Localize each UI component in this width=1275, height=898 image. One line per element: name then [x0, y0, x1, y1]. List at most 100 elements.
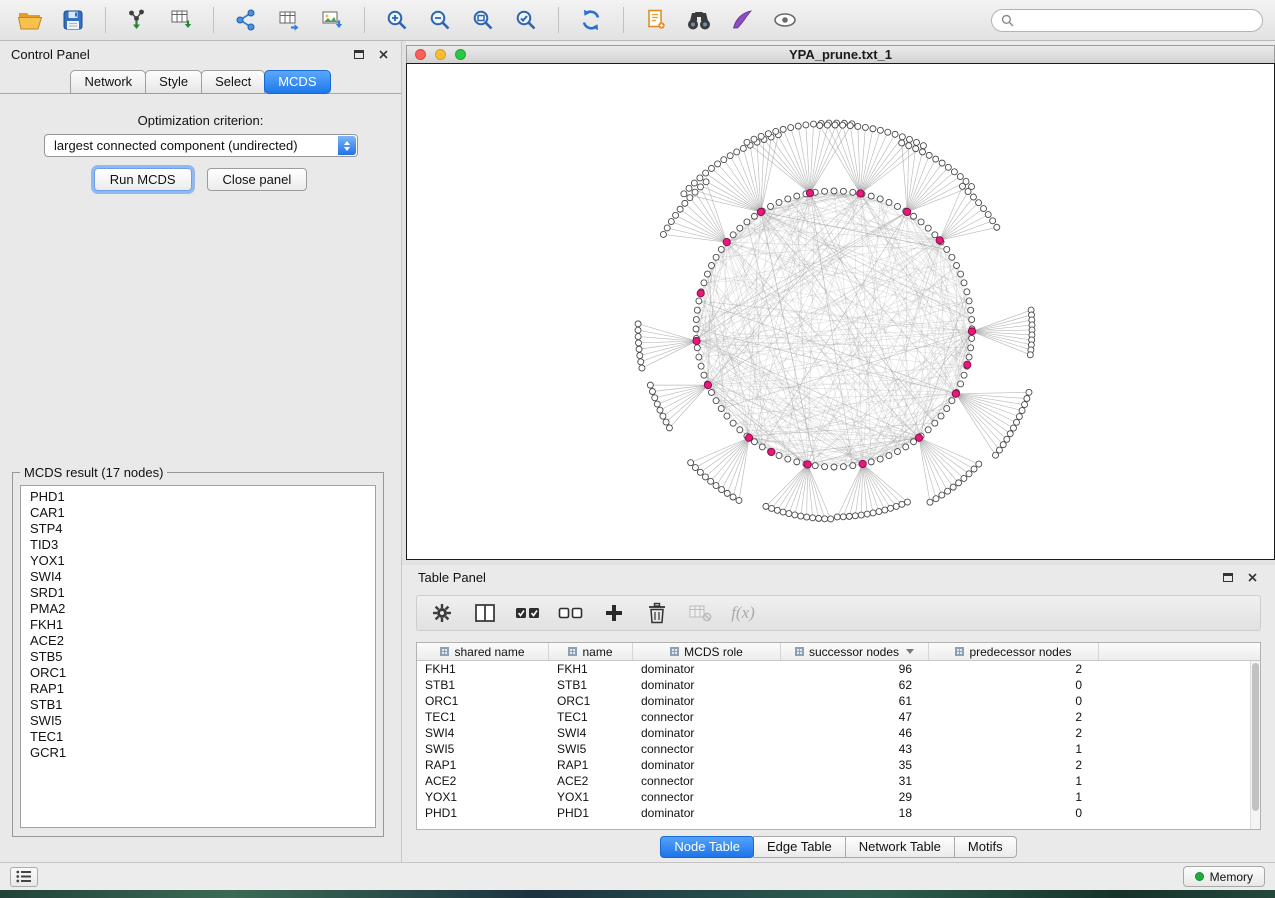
refresh-icon[interactable] — [573, 4, 609, 36]
control-panel-title: Control Panel — [11, 47, 90, 62]
column-label: name — [582, 645, 612, 659]
cell-MCDS-role: dominator — [633, 758, 781, 772]
column-type-icon — [670, 647, 679, 656]
table-row[interactable]: PHD1PHD1dominator180 — [417, 805, 1260, 821]
status-bar: Memory — [0, 862, 1275, 890]
table-row[interactable]: SWI5SWI5connector431 — [417, 741, 1260, 757]
table-row[interactable]: FKH1FKH1dominator962 — [417, 661, 1260, 677]
sort-chevron-icon[interactable] — [906, 649, 914, 654]
column-header-MCDS-role[interactable]: MCDS role — [633, 643, 781, 660]
cell-successor-nodes: 43 — [781, 742, 929, 756]
column-label: predecessor nodes — [969, 645, 1071, 659]
table-row[interactable]: YOX1YOX1connector291 — [417, 789, 1260, 805]
network-canvas[interactable] — [406, 63, 1275, 560]
table-scrollbar-thumb[interactable] — [1252, 663, 1259, 811]
add-row-icon[interactable] — [601, 598, 627, 628]
search-box[interactable] — [991, 9, 1263, 32]
cell-successor-nodes: 29 — [781, 790, 929, 804]
table-row[interactable]: SWI4SWI4dominator462 — [417, 725, 1260, 741]
run-mcds-button[interactable]: Run MCDS — [94, 168, 192, 191]
zoom-in-icon[interactable] — [379, 4, 415, 36]
result-node-item[interactable]: SWI5 — [30, 713, 366, 729]
column-icon[interactable] — [472, 598, 498, 628]
vizmapper-icon[interactable] — [724, 4, 760, 36]
result-node-item[interactable]: STB1 — [30, 697, 366, 713]
column-header-successor-nodes[interactable]: successor nodes — [781, 643, 929, 660]
tab-select[interactable]: Select — [201, 70, 265, 94]
table-row[interactable]: RAP1RAP1dominator352 — [417, 757, 1260, 773]
result-node-item[interactable]: PHD1 — [30, 489, 366, 505]
tab-network-table[interactable]: Network Table — [845, 836, 955, 858]
cell-shared-name: TEC1 — [417, 710, 549, 724]
cell-name: TEC1 — [549, 710, 633, 724]
table-toolbar: f(x) — [416, 595, 1261, 631]
result-node-item[interactable]: RAP1 — [30, 681, 366, 697]
memory-button[interactable]: Memory — [1183, 866, 1265, 887]
settings-gear-icon[interactable] — [429, 598, 455, 628]
table-row[interactable]: ACE2ACE2connector311 — [417, 773, 1260, 789]
zoom-selected-icon[interactable] — [508, 4, 544, 36]
close-mcds-panel-button[interactable]: Close panel — [207, 168, 308, 191]
zoom-out-icon[interactable] — [422, 4, 458, 36]
result-node-item[interactable]: STB5 — [30, 649, 366, 665]
result-node-item[interactable]: SRD1 — [30, 585, 366, 601]
export-table-icon[interactable] — [271, 4, 307, 36]
result-node-item[interactable]: SWI4 — [30, 569, 366, 585]
result-node-item[interactable]: STP4 — [30, 521, 366, 537]
search-input[interactable] — [1020, 12, 1253, 29]
clone-network-icon[interactable] — [638, 4, 674, 36]
column-header-name[interactable]: name — [549, 643, 633, 660]
result-node-item[interactable]: ACE2 — [30, 633, 366, 649]
tab-edge-table[interactable]: Edge Table — [753, 836, 846, 858]
table-panel-header: Table Panel — [402, 565, 1275, 589]
cell-MCDS-role: connector — [633, 710, 781, 724]
zoom-fit-icon[interactable] — [465, 4, 501, 36]
control-panel-header: Control Panel — [0, 41, 401, 67]
first-neighbors-icon[interactable] — [681, 4, 717, 36]
import-network-icon[interactable] — [120, 4, 156, 36]
mcds-buttons-row: Run MCDS Close panel — [0, 168, 401, 191]
import-table-icon[interactable] — [163, 4, 199, 36]
cell-MCDS-role: dominator — [633, 694, 781, 708]
result-node-item[interactable]: FKH1 — [30, 617, 366, 633]
table-row[interactable]: TEC1TEC1connector472 — [417, 709, 1260, 725]
network-window-titlebar[interactable]: YPA_prune.txt_1 — [406, 45, 1275, 63]
result-node-item[interactable]: YOX1 — [30, 553, 366, 569]
tab-node-table[interactable]: Node Table — [660, 836, 754, 858]
close-table-panel-icon[interactable] — [1245, 570, 1259, 584]
tab-network[interactable]: Network — [70, 70, 146, 94]
control-panel-tab-bar: NetworkStyleSelectMCDS — [0, 71, 401, 94]
open-file-icon[interactable] — [12, 4, 48, 36]
result-node-item[interactable]: TID3 — [30, 537, 366, 553]
table-scrollbar[interactable] — [1250, 661, 1260, 829]
mcds-result-title: MCDS result (17 nodes) — [20, 465, 167, 480]
export-image-icon[interactable] — [314, 4, 350, 36]
mcds-result-list[interactable]: PHD1CAR1STP4TID3YOX1SWI4SRD1PMA2FKH1ACE2… — [20, 485, 376, 828]
export-network-icon[interactable] — [228, 4, 264, 36]
deselect-all-icon[interactable] — [558, 598, 584, 628]
close-panel-icon[interactable] — [376, 47, 390, 61]
select-all-icon[interactable] — [515, 598, 541, 628]
column-header-shared-name[interactable]: shared name — [417, 643, 549, 660]
criterion-dropdown[interactable]: largest connected component (undirected) — [44, 134, 358, 157]
delete-row-icon[interactable] — [644, 598, 670, 628]
cell-successor-nodes: 62 — [781, 678, 929, 692]
node-table[interactable]: shared name name MCDS rolesuccessor nodes p… — [416, 642, 1261, 830]
result-node-item[interactable]: PMA2 — [30, 601, 366, 617]
result-node-item[interactable]: ORC1 — [30, 665, 366, 681]
task-history-button[interactable] — [10, 867, 38, 887]
table-row[interactable]: ORC1ORC1dominator610 — [417, 693, 1260, 709]
tab-mcds[interactable]: MCDS — [264, 70, 330, 94]
show-hide-icon[interactable] — [767, 4, 803, 36]
tab-style[interactable]: Style — [145, 70, 202, 94]
column-header-predecessor-nodes[interactable]: predecessor nodes — [929, 643, 1099, 660]
result-node-item[interactable]: CAR1 — [30, 505, 366, 521]
table-row[interactable]: STB1STB1dominator620 — [417, 677, 1260, 693]
tab-motifs[interactable]: Motifs — [954, 836, 1017, 858]
float-table-panel-icon[interactable] — [1221, 570, 1235, 584]
cell-MCDS-role: connector — [633, 774, 781, 788]
result-node-item[interactable]: TEC1 — [30, 729, 366, 745]
result-node-item[interactable]: GCR1 — [30, 745, 366, 761]
float-panel-icon[interactable] — [352, 47, 366, 61]
save-session-icon[interactable] — [55, 4, 91, 36]
